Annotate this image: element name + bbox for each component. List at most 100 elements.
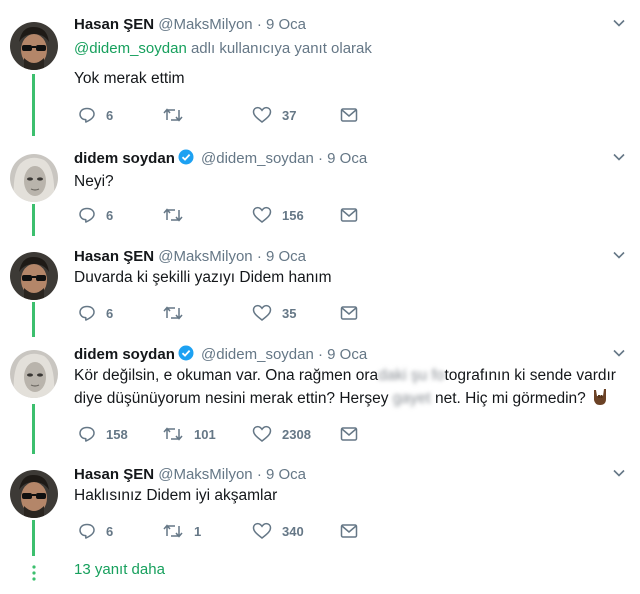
- tweet[interactable]: didem soydan @didem_soydan · 9 Oca Neyi?…: [0, 148, 640, 234]
- tweet-time[interactable]: 9 Oca: [266, 248, 306, 265]
- avatar-didem[interactable]: [10, 350, 58, 398]
- reply-count: 6: [106, 207, 114, 223]
- retweet-count: 1: [194, 523, 202, 539]
- reply-icon: [79, 305, 95, 321]
- tweet-text-part: tografının ki sende vardır: [444, 367, 616, 384]
- retweet-icon: [163, 427, 183, 441]
- tweet-time[interactable]: 9 Oca: [327, 346, 367, 363]
- blurred-text: daki şu fo: [378, 367, 445, 384]
- tweet-time[interactable]: 9 Oca: [266, 466, 306, 483]
- like-icon: [252, 522, 272, 539]
- reply-button[interactable]: 6: [78, 205, 113, 225]
- reply-icon: [79, 426, 95, 442]
- message-button[interactable]: [340, 205, 358, 225]
- tweet[interactable]: didem soydan @didem_soydan · 9 Oca Kör d…: [0, 344, 640, 452]
- like-button[interactable]: 2308: [252, 424, 311, 444]
- author-name[interactable]: Hasan ŞEN: [74, 16, 154, 33]
- like-icon: [252, 106, 272, 123]
- reply-count: 6: [106, 523, 114, 539]
- author-name[interactable]: didem soydan: [74, 346, 175, 363]
- author-name[interactable]: Hasan ŞEN: [74, 466, 154, 483]
- chevron-down-icon[interactable]: [612, 248, 626, 262]
- retweet-count: 101: [194, 426, 216, 442]
- tweet-actions: 6 156: [74, 205, 374, 225]
- author-name[interactable]: Hasan ŞEN: [74, 248, 154, 265]
- author-handle[interactable]: @didem_soydan: [201, 150, 314, 167]
- author-handle[interactable]: @MaksMilyon: [158, 248, 252, 265]
- tweet-text: Yok merak ettim: [74, 70, 185, 87]
- retweet-button[interactable]: 101: [162, 424, 216, 444]
- tweet-header: Hasan ŞEN @MaksMilyon · 9 Oca: [74, 14, 306, 36]
- tweet-actions: 6 35: [74, 303, 374, 323]
- retweet-icon: [163, 108, 183, 122]
- tweet[interactable]: Hasan ŞEN @MaksMilyon · 9 Oca Haklısınız…: [0, 464, 640, 554]
- reply-count: 6: [106, 107, 114, 123]
- retweet-button[interactable]: [162, 303, 194, 323]
- avatar-hasan[interactable]: [10, 470, 58, 518]
- verified-badge-icon: [178, 345, 194, 361]
- message-icon: [340, 524, 358, 538]
- message-icon: [340, 427, 358, 441]
- tweet-text: Duvarda ki şekilli yazıyı Didem hanım: [74, 269, 332, 286]
- thread-dots-icon: [32, 565, 36, 581]
- reply-button[interactable]: 6: [78, 105, 113, 125]
- tweet-actions: 158 101 2308: [74, 424, 374, 444]
- tweet-text: Neyi?: [74, 173, 114, 190]
- like-button[interactable]: 340: [252, 521, 304, 541]
- more-replies-link[interactable]: 13 yanıt daha: [74, 561, 165, 578]
- retweet-icon: [163, 208, 183, 222]
- verified-badge-icon: [178, 149, 194, 165]
- retweet-button[interactable]: [162, 105, 194, 125]
- tweet-header: Hasan ŞEN @MaksMilyon · 9 Oca: [74, 464, 306, 486]
- tweet[interactable]: Hasan ŞEN @MaksMilyon · 9 Oca Duvarda ki…: [0, 246, 640, 332]
- retweet-button[interactable]: [162, 205, 194, 225]
- author-handle[interactable]: @MaksMilyon: [158, 16, 252, 33]
- like-button[interactable]: 156: [252, 205, 304, 225]
- like-button[interactable]: 35: [252, 303, 296, 323]
- horns-hand-emoji: [594, 389, 607, 405]
- separator-dot: ·: [318, 346, 323, 363]
- avatar-hasan[interactable]: [10, 252, 58, 300]
- like-count: 156: [282, 207, 304, 223]
- author-name[interactable]: didem soydan: [74, 150, 175, 167]
- like-button[interactable]: 37: [252, 105, 296, 125]
- tweet-header: didem soydan @didem_soydan · 9 Oca: [74, 148, 367, 170]
- message-icon: [340, 208, 358, 222]
- reply-button[interactable]: 6: [78, 303, 113, 323]
- message-button[interactable]: [340, 521, 358, 541]
- like-count: 340: [282, 523, 304, 539]
- reply-button[interactable]: 158: [78, 424, 128, 444]
- reply-icon: [79, 107, 95, 123]
- tweet-actions: 6 1 340: [74, 521, 374, 541]
- like-count: 35: [282, 305, 297, 321]
- message-button[interactable]: [340, 424, 358, 444]
- chevron-down-icon[interactable]: [612, 16, 626, 30]
- tweet-time[interactable]: 9 Oca: [266, 16, 306, 33]
- author-handle[interactable]: @didem_soydan: [201, 346, 314, 363]
- reply-count: 6: [106, 305, 114, 321]
- chevron-down-icon[interactable]: [612, 150, 626, 164]
- blurred-text: gayet: [392, 390, 431, 407]
- reply-context: @didem_soydan adlı kullanıcıya yanıt ola…: [74, 40, 372, 57]
- tweet-text-part: Kör değilsin, e okuman var. Ona rağmen o…: [74, 367, 379, 384]
- retweet-icon: [163, 524, 183, 538]
- tweet-text: Haklısınız Didem iyi akşamlar: [74, 487, 278, 504]
- reply-button[interactable]: 6: [78, 521, 113, 541]
- reply-mention-link[interactable]: @didem_soydan: [74, 40, 187, 57]
- tweet-text-part: diye düşünüyorum nesini merak ettin? Her…: [74, 390, 393, 407]
- avatar-hasan[interactable]: [10, 22, 58, 70]
- avatar-didem[interactable]: [10, 154, 58, 202]
- author-handle[interactable]: @MaksMilyon: [158, 466, 252, 483]
- tweet-text-part: net. Hiç mi görmedin?: [430, 390, 586, 407]
- chevron-down-icon[interactable]: [612, 346, 626, 360]
- separator-dot: ·: [256, 16, 262, 33]
- retweet-button[interactable]: 1: [162, 521, 201, 541]
- message-button[interactable]: [340, 105, 358, 125]
- chevron-down-icon[interactable]: [612, 466, 626, 480]
- message-button[interactable]: [340, 303, 358, 323]
- tweet-time[interactable]: 9 Oca: [327, 150, 367, 167]
- like-count: 37: [282, 107, 297, 123]
- tweet[interactable]: Hasan ŞEN @MaksMilyon · 9 Oca @didem_soy…: [0, 14, 640, 134]
- like-count: 2308: [282, 426, 311, 442]
- separator-dot: ·: [318, 150, 323, 167]
